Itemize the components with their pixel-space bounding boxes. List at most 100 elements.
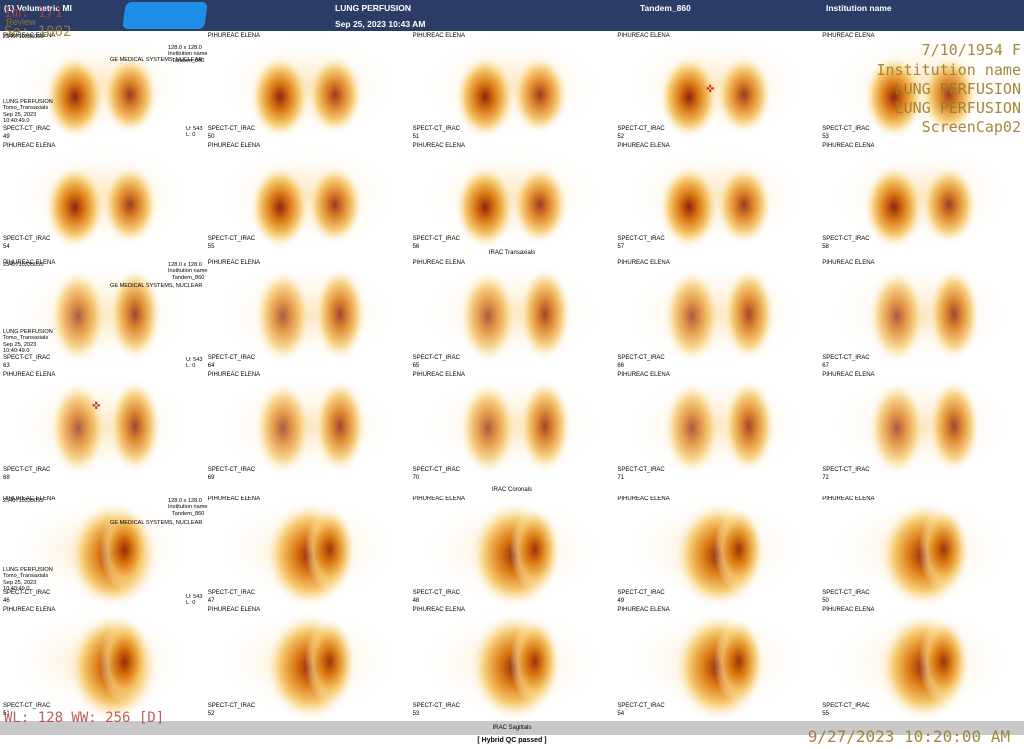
perfusion-image (621, 370, 812, 482)
patient-name: PIHUREAC ELENA (412, 372, 465, 378)
series-label: SPECT-CT_IRAC (822, 126, 870, 132)
image-viewport[interactable]: PIHUREAC ELENA SPECT-CT_IRAC 68 (0, 370, 205, 482)
image-viewport[interactable]: PIHUREAC ELENA SPECT-CT_IRAC 66 (614, 258, 820, 370)
image-viewport[interactable]: PIHUREAC ELENA SPECT-CT_IRAC 47 (204, 494, 410, 605)
perfusion-image (211, 605, 402, 718)
perfusion-image (211, 494, 402, 605)
patient-name: PIHUREAC ELENA (3, 607, 56, 613)
image-viewport[interactable]: PIHUREAC ELENA SPECT-CT_IRAC 50 (204, 31, 410, 141)
image-viewport[interactable]: PIHUREAC ELENA SPECT-CT_IRAC 64 (204, 258, 410, 370)
patient-name: PIHUREAC ELENA (412, 607, 465, 613)
image-viewport[interactable]: PIHUREAC ELENA SPECT-CT_IRAC 51 (409, 31, 615, 141)
image-viewport[interactable]: PIHUREAC ELENA SPECT-CT_IRAC 54 (0, 141, 205, 251)
section-label-coronals: IRAC Coronals (0, 487, 1024, 496)
series-index: Se: 1002 (4, 24, 72, 40)
perfusion-image (7, 605, 197, 718)
patient-name: PIHUREAC ELENA (822, 607, 875, 613)
patient-name: PIHUREAC ELENA (617, 143, 670, 149)
series-label: SPECT-CT_IRAC (3, 467, 51, 473)
series-label: SPECT-CT_IRAC (207, 126, 256, 132)
series-label: SPECT-CT_IRAC (822, 703, 870, 709)
dob-sex: 7/10/1954 F (921, 41, 1021, 59)
image-viewport[interactable]: PIHUREAC ELENA SPECT-CT_IRAC 53 (409, 605, 615, 718)
image-viewport[interactable]: PIHUREAC ELENA SPECT-CT_IRAC 48 (409, 494, 615, 605)
slice-number: 46 (3, 598, 10, 604)
slice-number: 55 (822, 711, 829, 717)
slice-number: 70 (412, 475, 420, 481)
slice-number: 50 (822, 598, 829, 604)
series-label: SPECT-CT_IRAC (822, 355, 870, 361)
patient-name: PIHUREAC ELENA (207, 260, 261, 266)
image-viewport[interactable]: PIHUREAC ELENA SPECT-CT_IRAC 52 (614, 31, 820, 141)
patient-name: PIHUREAC ELENA (412, 33, 465, 39)
perfusion-image (826, 494, 1017, 605)
perfusion-image (211, 258, 402, 370)
image-viewport[interactable]: PIHUREAC ELENA SPECT-CT_IRAC 67 (819, 258, 1024, 370)
series-label: SPECT-CT_IRAC (207, 467, 256, 473)
perfusion-image (416, 258, 607, 370)
patient-name: PIHUREAC ELENA (617, 496, 670, 502)
series-label: SPECT-CT_IRAC (412, 126, 460, 132)
series-label: SPECT-CT_IRAC (3, 126, 51, 132)
image-viewport[interactable]: PIHUREAC ELENA SPECT-CT_IRAC 56 (409, 141, 615, 251)
image-viewport[interactable]: PIHUREAC ELENA SPECT-CT_IRAC 72 (819, 370, 1024, 482)
series-label: SPECT-CT_IRAC (822, 590, 870, 596)
perfusion-image (416, 494, 607, 605)
image-viewport[interactable]: PIHUREAC ELENA SPECT-CT_IRAC 49 (614, 494, 820, 605)
patient-name: PIHUREAC ELENA (207, 143, 261, 149)
device-name: Tandem_860 (640, 3, 691, 13)
perfusion-image (416, 370, 607, 482)
study-info-1: LUNG PERFUSION Tomo_Transaxials Sep 25, … (3, 99, 53, 125)
perfusion-image (416, 31, 607, 141)
slice-number: 52 (207, 711, 215, 717)
series-label: SPECT-CT_IRAC (3, 703, 51, 709)
image-viewport[interactable]: PIHUREAC ELENA SPECT-CT_IRAC 54 (614, 605, 820, 718)
image-viewport[interactable]: PIHUREAC ELENA SPECT-CT_IRAC 51 (0, 605, 205, 718)
image-viewport[interactable]: PIHUREAC ELENA SPECT-CT_IRAC 71 (614, 370, 820, 482)
image-viewport[interactable]: PIHUREAC ELENA SPECT-CT_IRAC 70 (409, 370, 615, 482)
image-row: PIHUREAC ELENA SPECT-CT_IRAC 49 PIHUREAC EL… (0, 31, 1024, 141)
perfusion-image (826, 141, 1017, 251)
patient-name: PIHUREAC ELENA (822, 496, 875, 502)
slice-number: 71 (617, 475, 625, 481)
perfusion-image (416, 605, 607, 718)
overlay-study-1: LUNG PERFUSION (894, 80, 1021, 98)
slice-number: 53 (822, 134, 829, 140)
image-viewport[interactable]: PIHUREAC ELENA SPECT-CT_IRAC 57 (614, 141, 820, 251)
image-viewport[interactable]: PIHUREAC ELENA SPECT-CT_IRAC 69 (204, 370, 410, 482)
perfusion-image (621, 605, 812, 718)
image-viewport[interactable]: PIHUREAC ELENA SPECT-CT_IRAC 55 (819, 605, 1024, 718)
slice-number: 64 (207, 363, 215, 369)
study-info-2: LUNG PERFUSION Tomo_Transaxials Sep 25, … (3, 329, 53, 355)
info-block-3: 2540710335055 (3, 498, 44, 504)
image-viewport[interactable]: PIHUREAC ELENA SPECT-CT_IRAC 58 (819, 141, 1024, 251)
image-viewport[interactable]: PIHUREAC ELENA SPECT-CT_IRAC 50 (819, 494, 1024, 605)
patient-name: PIHUREAC ELENA (207, 33, 261, 39)
crosshair-icon[interactable]: ✜ (92, 402, 100, 412)
series-label: SPECT-CT_IRAC (207, 590, 256, 596)
perfusion-image (621, 258, 812, 370)
slice-number: 53 (412, 711, 420, 717)
slice-number: 72 (822, 475, 829, 481)
perfusion-image (211, 141, 402, 251)
patient-name: PIHUREAC ELENA (3, 372, 56, 378)
slice-number: 51 (412, 134, 420, 140)
patient-name: PIHUREAC ELENA (822, 33, 875, 39)
image-viewport[interactable]: PIHUREAC ELENA SPECT-CT_IRAC 52 (204, 605, 410, 718)
redaction-mark (122, 2, 208, 29)
patient-name: PIHUREAC ELENA (3, 143, 56, 149)
slice-number: 50 (207, 134, 215, 140)
image-viewport[interactable]: PIHUREAC ELENA SPECT-CT_IRAC 55 (204, 141, 410, 251)
maker-3: GE MEDICAL SYSTEMS, NUCLEAR (110, 520, 203, 526)
slice-number: 65 (412, 363, 420, 369)
image-row: PIHUREAC ELENA SPECT-CT_IRAC 63 PIHUREAC EL… (0, 258, 1024, 370)
patient-name: PIHUREAC ELENA (412, 260, 465, 266)
patient-name: PIHUREAC ELENA (412, 496, 465, 502)
ul-2: U: 543 L: 0 (186, 357, 203, 370)
image-viewport[interactable]: PIHUREAC ELENA SPECT-CT_IRAC 65 (409, 258, 615, 370)
window-level: WL: 128 WW: 256 [D] (4, 710, 165, 726)
image-row: PIHUREAC ELENA SPECT-CT_IRAC 68 PIHUREAC EL… (0, 370, 1024, 482)
patient-name: PIHUREAC ELENA (617, 372, 670, 378)
series-label: SPECT-CT_IRAC (207, 355, 256, 361)
crosshair-icon[interactable]: ✜ (706, 85, 714, 95)
